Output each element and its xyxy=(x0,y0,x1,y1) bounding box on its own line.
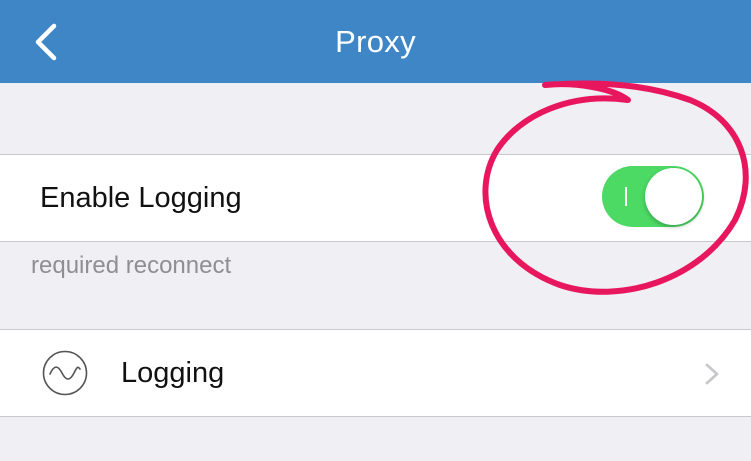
proxy-settings-screen: Proxy Enable Logging required reconnect … xyxy=(0,0,751,461)
logging-label: Logging xyxy=(121,357,225,389)
enable-logging-toggle[interactable] xyxy=(602,166,704,227)
page-title: Proxy xyxy=(335,24,416,59)
toggle-knob xyxy=(645,168,702,225)
enable-logging-label: Enable Logging xyxy=(40,182,242,214)
logging-row[interactable]: Logging xyxy=(0,329,751,417)
waveform-circle-icon xyxy=(42,350,88,396)
reconnect-footnote: required reconnect xyxy=(31,252,232,279)
chevron-right-icon xyxy=(705,363,719,385)
toggle-on-indicator xyxy=(625,187,627,206)
navigation-bar: Proxy xyxy=(0,0,751,83)
